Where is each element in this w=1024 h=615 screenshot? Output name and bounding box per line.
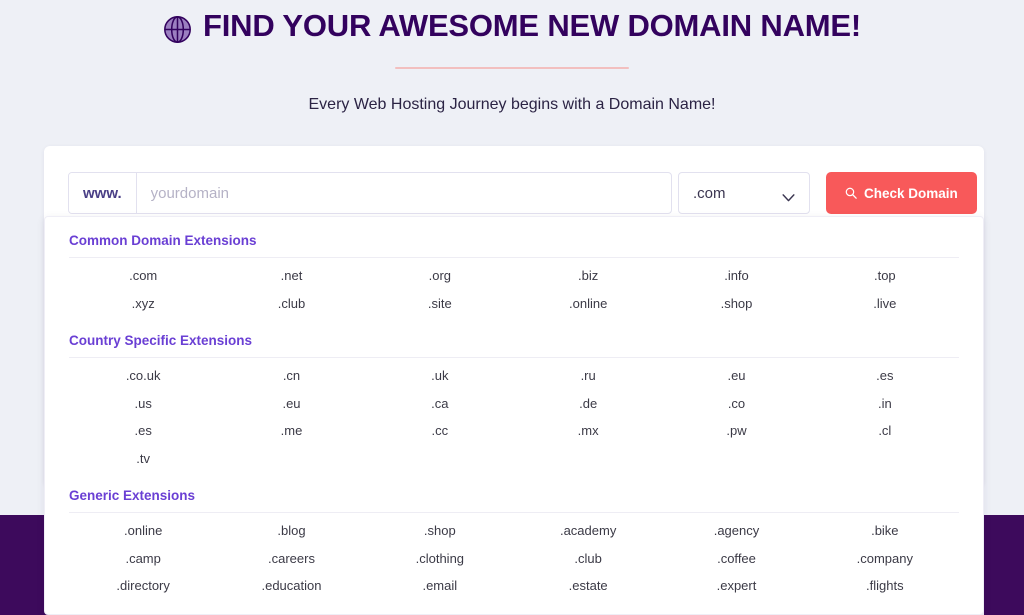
extension-item[interactable]: .net — [217, 262, 365, 290]
search-icon — [845, 187, 857, 199]
extensions-dropdown-panel: Common Domain Extensions .com .net .org … — [44, 216, 984, 615]
extension-item[interactable]: .cc — [366, 417, 514, 445]
extension-section-generic: Generic Extensions .online .blog .shop .… — [69, 472, 959, 600]
extension-item[interactable]: .eu — [217, 390, 365, 418]
extension-item[interactable]: .us — [69, 390, 217, 418]
section-divider — [69, 257, 959, 258]
check-domain-button[interactable]: Check Domain — [826, 172, 977, 214]
extension-item-empty — [811, 445, 959, 473]
page-subtitle: Every Web Hosting Journey begins with a … — [308, 96, 716, 113]
extension-item[interactable]: .camp — [69, 545, 217, 573]
extension-item[interactable]: .education — [217, 572, 365, 600]
extension-item[interactable]: .agency — [662, 517, 810, 545]
extension-item[interactable]: .flights — [811, 572, 959, 600]
decor-band-right — [984, 515, 1024, 615]
tld-select-value: .com — [693, 184, 726, 202]
extension-item[interactable]: .uk — [366, 362, 514, 390]
hero-section: FIND YOUR AWESOME NEW DOMAIN NAME! Every… — [0, 0, 1024, 114]
extension-item[interactable]: .company — [811, 545, 959, 573]
extension-item[interactable]: .eu — [662, 362, 810, 390]
extension-item-empty — [217, 445, 365, 473]
extension-item[interactable]: .ru — [514, 362, 662, 390]
extension-section-title: Generic Extensions — [69, 488, 196, 503]
extension-section-title: Country Specific Extensions — [69, 333, 253, 348]
title-divider — [395, 67, 629, 69]
extension-item[interactable]: .tv — [69, 445, 217, 473]
extension-item[interactable]: .coffee — [662, 545, 810, 573]
extension-item[interactable]: .me — [217, 417, 365, 445]
extension-item[interactable]: .clothing — [366, 545, 514, 573]
extension-item[interactable]: .bike — [811, 517, 959, 545]
extension-item[interactable]: .xyz — [69, 290, 217, 318]
extension-item[interactable]: .online — [69, 517, 217, 545]
extension-item[interactable]: .com — [69, 262, 217, 290]
extension-item[interactable]: .info — [662, 262, 810, 290]
page-title: FIND YOUR AWESOME NEW DOMAIN NAME! — [0, 4, 1024, 48]
extension-item[interactable]: .biz — [514, 262, 662, 290]
extension-item[interactable]: .academy — [514, 517, 662, 545]
extension-item[interactable]: .co — [662, 390, 810, 418]
check-domain-label: Check Domain — [864, 185, 958, 201]
extension-item[interactable]: .cn — [217, 362, 365, 390]
extension-item[interactable]: .ca — [366, 390, 514, 418]
extension-item[interactable]: .de — [514, 390, 662, 418]
extension-grid-common: .com .net .org .biz .info .top .xyz .clu… — [69, 262, 959, 317]
extension-item-empty — [514, 445, 662, 473]
tld-select[interactable]: .com — [678, 172, 810, 214]
extension-item[interactable]: .directory — [69, 572, 217, 600]
globe-icon — [163, 12, 192, 43]
extension-item[interactable]: .es — [69, 417, 217, 445]
page-title-text: FIND YOUR AWESOME NEW DOMAIN NAME! — [203, 8, 861, 43]
extension-item[interactable]: .email — [366, 572, 514, 600]
extension-item[interactable]: .blog — [217, 517, 365, 545]
extension-item[interactable]: .in — [811, 390, 959, 418]
extension-item[interactable]: .pw — [662, 417, 810, 445]
extension-item-empty — [662, 445, 810, 473]
extension-item[interactable]: .club — [514, 545, 662, 573]
extension-item[interactable]: .careers — [217, 545, 365, 573]
extension-item[interactable]: .shop — [662, 290, 810, 318]
extension-item[interactable]: .estate — [514, 572, 662, 600]
extension-grid-country: .co.uk .cn .uk .ru .eu .es .us .eu .ca .… — [69, 362, 959, 472]
extension-item[interactable]: .online — [514, 290, 662, 318]
section-divider — [69, 512, 959, 513]
decor-band-left — [0, 515, 48, 615]
chevron-down-icon — [782, 189, 795, 202]
extension-item[interactable]: .expert — [662, 572, 810, 600]
extension-item[interactable]: .shop — [366, 517, 514, 545]
extension-item[interactable]: .club — [217, 290, 365, 318]
extension-item-empty — [366, 445, 514, 473]
domain-search-input[interactable] — [136, 173, 671, 213]
extension-grid-generic: .online .blog .shop .academy .agency .bi… — [69, 517, 959, 600]
extension-item[interactable]: .top — [811, 262, 959, 290]
extension-item[interactable]: .org — [366, 262, 514, 290]
extension-section-title: Common Domain Extensions — [69, 233, 257, 248]
domain-search-row: www. .com Check Domain — [68, 172, 977, 214]
extension-item[interactable]: .co.uk — [69, 362, 217, 390]
extension-section-country: Country Specific Extensions .co.uk .cn .… — [69, 317, 959, 472]
domain-input-group: www. — [68, 172, 672, 214]
extension-item[interactable]: .cl — [811, 417, 959, 445]
extension-item[interactable]: .live — [811, 290, 959, 318]
extension-item[interactable]: .site — [366, 290, 514, 318]
extension-item[interactable]: .mx — [514, 417, 662, 445]
www-prefix-label: www. — [69, 173, 137, 213]
section-divider — [69, 357, 959, 358]
extension-item[interactable]: .es — [811, 362, 959, 390]
extension-section-common: Common Domain Extensions .com .net .org … — [69, 217, 959, 317]
